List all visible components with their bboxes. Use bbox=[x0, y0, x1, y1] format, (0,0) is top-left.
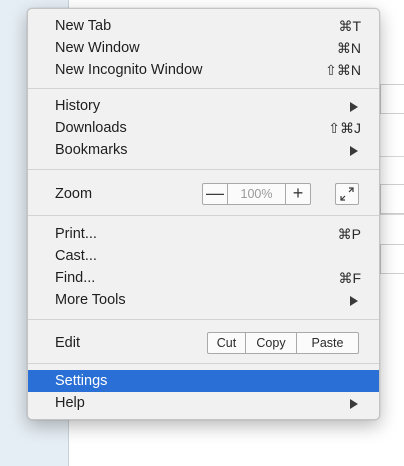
menu-item-find[interactable]: Find... ⌘F bbox=[28, 267, 379, 289]
menu-item-label: Settings bbox=[55, 373, 108, 389]
zoom-control: — 100% + bbox=[202, 183, 311, 205]
zoom-level-value: 100% bbox=[240, 187, 273, 201]
zoom-out-button[interactable]: — bbox=[203, 184, 228, 204]
menu-separator bbox=[28, 88, 379, 89]
menu-item-label: Bookmarks bbox=[55, 142, 128, 158]
menu-item-label: Find... bbox=[55, 270, 96, 286]
menu-item-label: Help bbox=[55, 395, 85, 411]
menu-item-shortcut: ⌘N bbox=[336, 40, 361, 56]
menu-item-more-tools[interactable]: More Tools bbox=[28, 289, 379, 311]
submenu-arrow-icon bbox=[350, 296, 358, 306]
edit-controls: Cut Copy Paste bbox=[207, 332, 359, 354]
menu-item-label: More Tools bbox=[55, 292, 126, 308]
menu-item-label: New Incognito Window bbox=[55, 62, 203, 78]
menu-item-shortcut: ⇧⌘N bbox=[325, 62, 361, 78]
menu-item-cast[interactable]: Cast... bbox=[28, 245, 379, 267]
fullscreen-button[interactable] bbox=[335, 183, 359, 205]
menu-item-history[interactable]: History bbox=[28, 95, 379, 117]
menu-item-new-incognito-window[interactable]: New Incognito Window ⇧⌘N bbox=[28, 59, 379, 81]
menu-item-shortcut: ⌘P bbox=[337, 226, 361, 242]
copy-button[interactable]: Copy bbox=[246, 333, 297, 353]
submenu-arrow-icon bbox=[350, 146, 358, 156]
background-field bbox=[380, 244, 404, 274]
menu-item-label: Cast... bbox=[55, 248, 97, 264]
menu-item-bookmarks[interactable]: Bookmarks bbox=[28, 139, 379, 161]
menu-separator bbox=[28, 363, 379, 364]
menu-item-new-window[interactable]: New Window ⌘N bbox=[28, 37, 379, 59]
background-field bbox=[380, 84, 404, 114]
browser-menu: New Tab ⌘T New Window ⌘N New Incognito W… bbox=[27, 8, 380, 420]
submenu-arrow-icon bbox=[350, 399, 358, 409]
menu-item-print[interactable]: Print... ⌘P bbox=[28, 223, 379, 245]
menu-item-downloads[interactable]: Downloads ⇧⌘J bbox=[28, 117, 379, 139]
menu-item-label: Downloads bbox=[55, 120, 127, 136]
menu-item-label: Print... bbox=[55, 226, 97, 242]
zoom-in-button[interactable]: + bbox=[285, 184, 310, 204]
menu-item-label: New Tab bbox=[55, 18, 112, 34]
submenu-arrow-icon bbox=[350, 102, 358, 112]
menu-separator bbox=[28, 215, 379, 216]
menu-item-shortcut: ⇧⌘J bbox=[328, 120, 361, 136]
background-divider bbox=[380, 156, 404, 157]
background-field bbox=[380, 184, 404, 214]
menu-separator bbox=[28, 319, 379, 320]
menu-item-label: New Window bbox=[55, 40, 140, 56]
menu-item-help[interactable]: Help bbox=[28, 392, 379, 414]
menu-separator bbox=[28, 169, 379, 170]
cut-button[interactable]: Cut bbox=[208, 333, 246, 353]
menu-item-settings[interactable]: Settings bbox=[28, 370, 379, 392]
menu-item-shortcut: ⌘T bbox=[338, 18, 361, 34]
menu-item-label: Edit bbox=[55, 335, 80, 351]
menu-item-shortcut: ⌘F bbox=[338, 270, 361, 286]
fullscreen-icon bbox=[340, 187, 354, 201]
background-divider bbox=[380, 214, 404, 215]
background-content bbox=[380, 0, 404, 466]
menu-item-label: History bbox=[55, 98, 101, 114]
menu-item-new-tab[interactable]: New Tab ⌘T bbox=[28, 15, 379, 37]
menu-item-label: Zoom bbox=[55, 186, 93, 202]
paste-button[interactable]: Paste bbox=[297, 333, 358, 353]
